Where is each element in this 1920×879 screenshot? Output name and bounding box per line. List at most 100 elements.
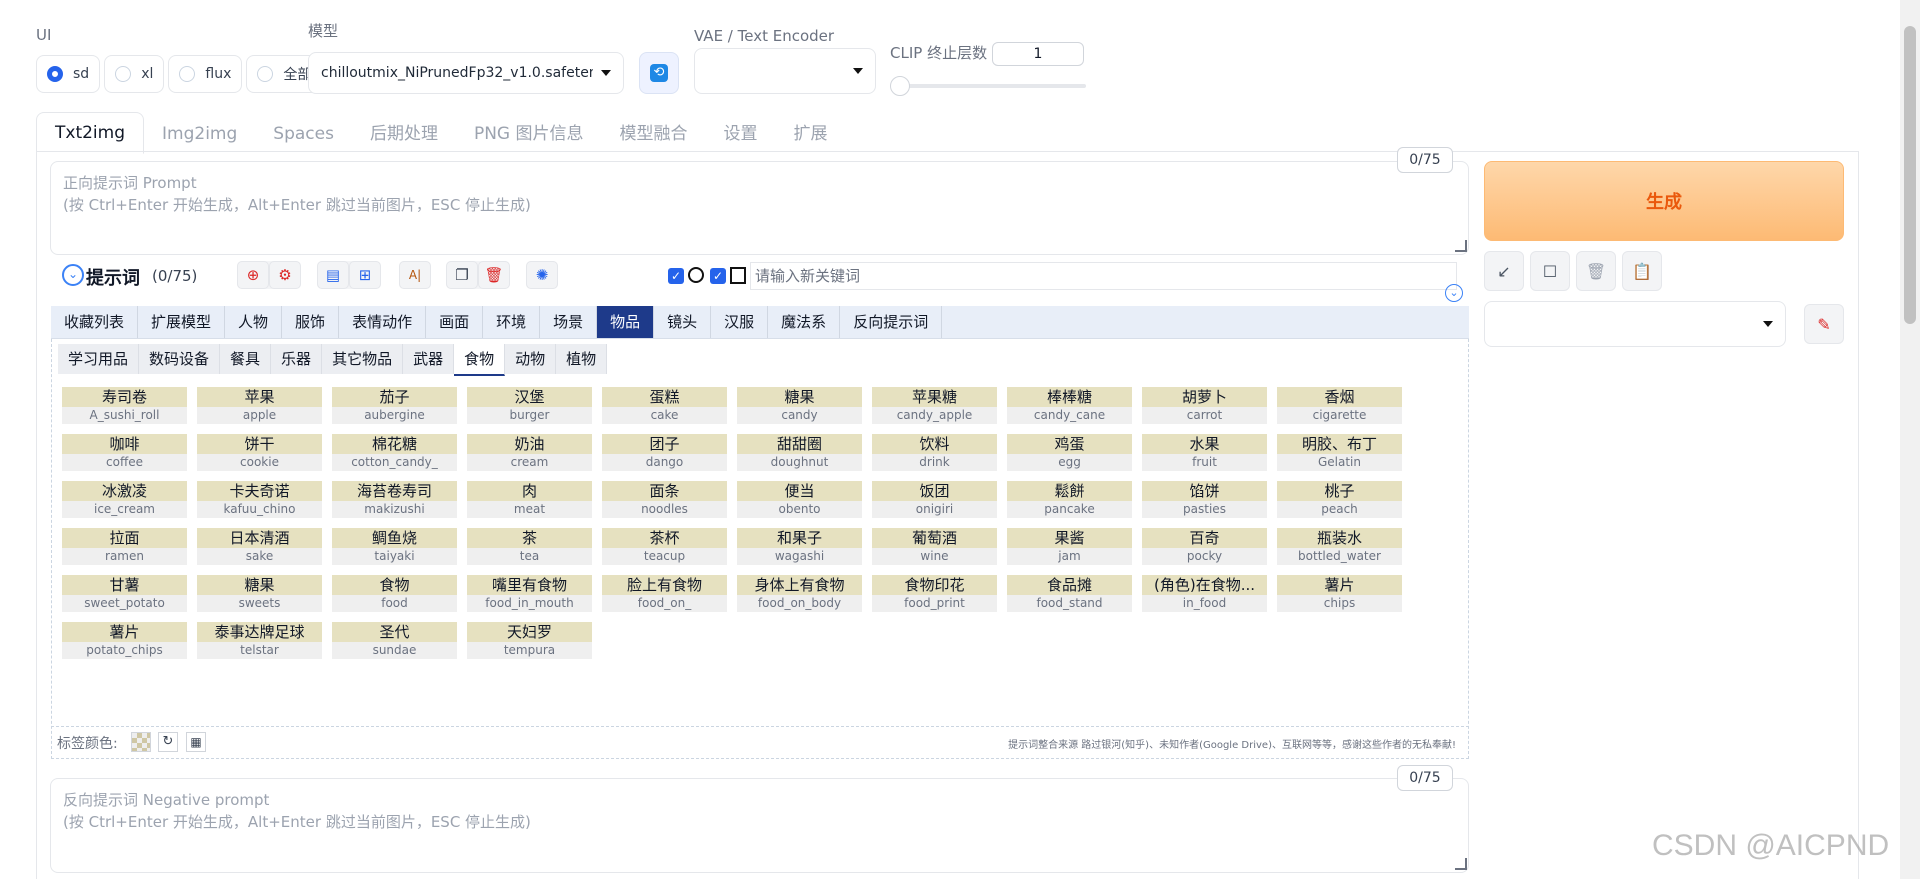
prompt-textarea[interactable]: 正向提示词 Prompt (按 Ctrl+Enter 开始生成，Alt+Ente… xyxy=(50,161,1469,255)
page-scrollbar[interactable] xyxy=(1900,0,1920,879)
food-tag[interactable]: 蛋糕 cake xyxy=(602,387,727,424)
food-tag[interactable]: 汉堡 burger xyxy=(467,387,592,424)
edit-pencil-icon[interactable]: ✎ xyxy=(1804,304,1844,344)
food-tag[interactable]: 薯片 potato_chips xyxy=(62,622,187,659)
checkbox-checked-icon[interactable]: ✓ xyxy=(710,268,726,284)
category-extension-models[interactable]: 扩展模型 xyxy=(138,306,226,338)
chevron-down-icon[interactable]: ⌄ xyxy=(1445,284,1463,302)
scrollbar-thumb[interactable] xyxy=(1904,26,1916,324)
tab-extensions[interactable]: 扩展 xyxy=(776,114,846,154)
food-tag[interactable]: 鬆餅 pancake xyxy=(1007,481,1132,518)
arrow-down-left-icon[interactable]: ↙ xyxy=(1484,251,1524,291)
subcategory-instruments[interactable]: 乐器 xyxy=(271,344,323,374)
category-environment[interactable]: 环境 xyxy=(483,306,541,338)
food-tag[interactable]: 甜甜圈 doughnut xyxy=(737,434,862,471)
food-tag[interactable]: 糖果 sweets xyxy=(197,575,322,612)
tab-spaces[interactable]: Spaces xyxy=(255,114,352,154)
tab-png-info[interactable]: PNG 图片信息 xyxy=(456,114,602,154)
ai-translate-icon[interactable]: A| xyxy=(399,261,431,289)
category-people[interactable]: 人物 xyxy=(225,306,283,338)
category-picture[interactable]: 画面 xyxy=(426,306,484,338)
history-clock-icon[interactable] xyxy=(688,267,704,283)
subcategory-digital[interactable]: 数码设备 xyxy=(139,344,221,374)
food-tag[interactable]: 香烟 cigarette xyxy=(1277,387,1402,424)
subcategory-animals[interactable]: 动物 xyxy=(505,344,557,374)
food-tag[interactable]: 食物 food xyxy=(332,575,457,612)
color-picker-icon[interactable] xyxy=(131,732,151,752)
food-tag[interactable]: 海苔卷寿司 makizushi xyxy=(332,481,457,518)
category-favorites[interactable]: 收藏列表 xyxy=(51,306,139,338)
refresh-models-button[interactable]: ⟲ xyxy=(639,52,679,94)
food-tag[interactable]: 桃子 peach xyxy=(1277,481,1402,518)
ui-radio-flux[interactable]: flux xyxy=(168,55,243,93)
globe-icon[interactable]: ⊕ xyxy=(237,261,269,289)
generate-button[interactable]: 生成 xyxy=(1484,161,1844,241)
food-tag[interactable]: 饭团 onigiri xyxy=(872,481,997,518)
food-tag[interactable]: 寿司卷 A_sushi_roll xyxy=(62,387,187,424)
vae-select[interactable] xyxy=(694,48,876,94)
food-tag[interactable]: 馅饼 pasties xyxy=(1142,481,1267,518)
model-select[interactable]: chilloutmix_NiPrunedFp32_v1.0.safetensor… xyxy=(308,52,624,94)
food-tag[interactable]: 咖啡 coffee xyxy=(62,434,187,471)
gear-icon[interactable]: ⚙ xyxy=(269,261,301,289)
trash-icon[interactable]: 🗑 xyxy=(1576,251,1616,291)
food-tag[interactable]: 薯片 chips xyxy=(1277,575,1402,612)
tab-img2img[interactable]: Img2img xyxy=(144,114,255,154)
copy-icon[interactable]: ❐ xyxy=(446,261,478,289)
style-select[interactable] xyxy=(1484,301,1786,347)
food-tag[interactable]: 茄子 aubergine xyxy=(332,387,457,424)
clip-slider-handle[interactable] xyxy=(890,76,910,96)
food-tag[interactable]: 和果子 wagashi xyxy=(737,528,862,565)
tab-postprocess[interactable]: 后期处理 xyxy=(352,114,456,154)
food-tag[interactable]: 瓶装水 bottled_water xyxy=(1277,528,1402,565)
food-tag[interactable]: (角色)在食物... in_food xyxy=(1142,575,1267,612)
food-tag[interactable]: 果酱 jam xyxy=(1007,528,1132,565)
category-items[interactable]: 物品 xyxy=(597,306,655,338)
document-icon[interactable]: ▤ xyxy=(317,261,349,289)
food-tag[interactable]: 葡萄酒 wine xyxy=(872,528,997,565)
resize-handle-icon[interactable] xyxy=(1455,240,1467,252)
food-tag[interactable]: 冰激凌 ice_cream xyxy=(62,481,187,518)
resize-handle-icon[interactable] xyxy=(1455,858,1467,870)
subcategory-stationery[interactable]: 学习用品 xyxy=(58,344,140,374)
trash-icon[interactable]: 🗑 xyxy=(478,261,510,289)
food-tag[interactable]: 天妇罗 tempura xyxy=(467,622,592,659)
food-tag[interactable]: 嘴里有食物 food_in_mouth xyxy=(467,575,592,612)
food-tag[interactable]: 泰事达牌足球 telstar xyxy=(197,622,322,659)
food-tag[interactable]: 面条 noodles xyxy=(602,481,727,518)
clip-slider-track[interactable] xyxy=(892,84,1086,88)
food-tag[interactable]: 食物印花 food_print xyxy=(872,575,997,612)
ui-radio-sd[interactable]: sd xyxy=(36,55,101,93)
category-expression[interactable]: 表情动作 xyxy=(339,306,427,338)
food-tag[interactable]: 胡萝卜 carrot xyxy=(1142,387,1267,424)
food-tag[interactable]: 卡夫奇诺 kafuu_chino xyxy=(197,481,322,518)
category-hanfu[interactable]: 汉服 xyxy=(711,306,769,338)
food-tag[interactable]: 身体上有食物 food_on_body xyxy=(737,575,862,612)
subcategory-other[interactable]: 其它物品 xyxy=(322,344,404,374)
subcategory-weapons[interactable]: 武器 xyxy=(403,344,455,374)
category-magic[interactable]: 魔法系 xyxy=(768,306,841,338)
clip-value-input[interactable]: 1 xyxy=(992,42,1084,66)
food-tag[interactable]: 便当 obento xyxy=(737,481,862,518)
food-tag[interactable]: 鸡蛋 egg xyxy=(1007,434,1132,471)
food-tag[interactable]: 肉 meat xyxy=(467,481,592,518)
food-tag[interactable]: 棉花糖 cotton_candy_ xyxy=(332,434,457,471)
food-tag[interactable]: 苹果糖 candy_apple xyxy=(872,387,997,424)
calendar-icon[interactable]: ▦ xyxy=(186,732,206,752)
tab-model-merge[interactable]: 模型融合 xyxy=(602,114,706,154)
panel-icon[interactable] xyxy=(730,267,746,284)
food-tag[interactable]: 拉面 ramen xyxy=(62,528,187,565)
food-tag[interactable]: 明胶、布丁 Gelatin xyxy=(1277,434,1402,471)
keyword-input[interactable]: 请输入新关键词 xyxy=(750,262,1457,290)
collapse-chevron-icon[interactable]: ⌄ xyxy=(62,264,84,286)
ui-radio-xl[interactable]: xl xyxy=(104,55,165,93)
food-tag[interactable]: 百奇 pocky xyxy=(1142,528,1267,565)
subcategory-tableware[interactable]: 餐具 xyxy=(220,344,272,374)
food-tag[interactable]: 饮料 drink xyxy=(872,434,997,471)
food-tag[interactable]: 日本清酒 sake xyxy=(197,528,322,565)
food-tag[interactable]: 苹果 apple xyxy=(197,387,322,424)
food-tag[interactable]: 茶杯 teacup xyxy=(602,528,727,565)
food-tag[interactable]: 团子 dango xyxy=(602,434,727,471)
food-tag[interactable]: 奶油 cream xyxy=(467,434,592,471)
food-tag[interactable]: 饼干 cookie xyxy=(197,434,322,471)
